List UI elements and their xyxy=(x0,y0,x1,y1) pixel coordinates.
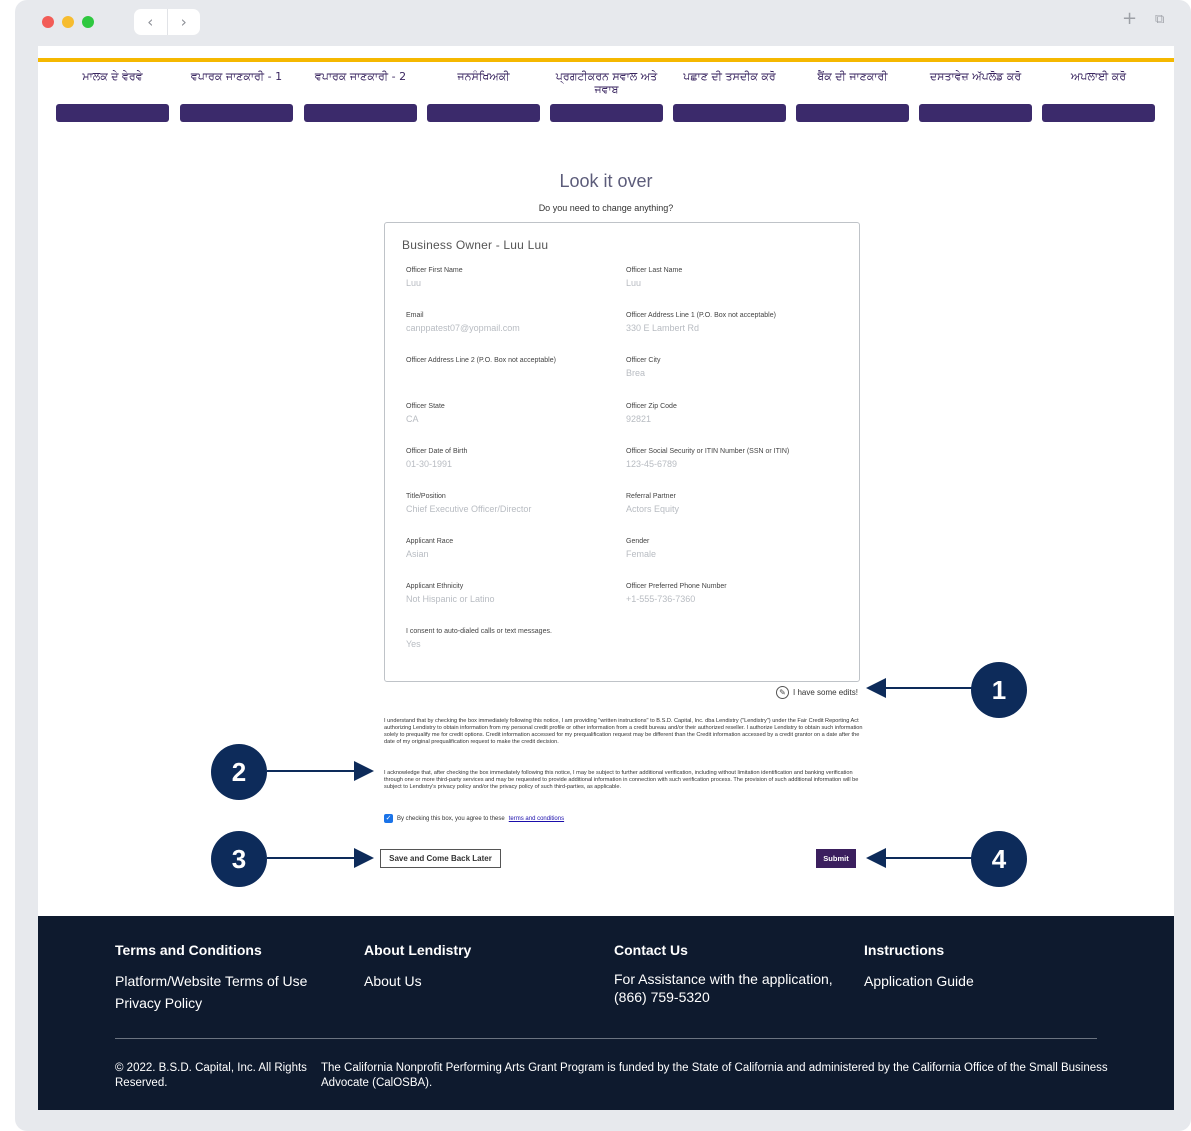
callout-badge-1: 1 xyxy=(971,662,1027,718)
callout-arrows xyxy=(267,678,972,868)
callout-badge-2: 2 xyxy=(211,744,267,800)
callout-badge-4: 4 xyxy=(971,831,1027,887)
callout-badge-3: 3 xyxy=(211,831,267,887)
